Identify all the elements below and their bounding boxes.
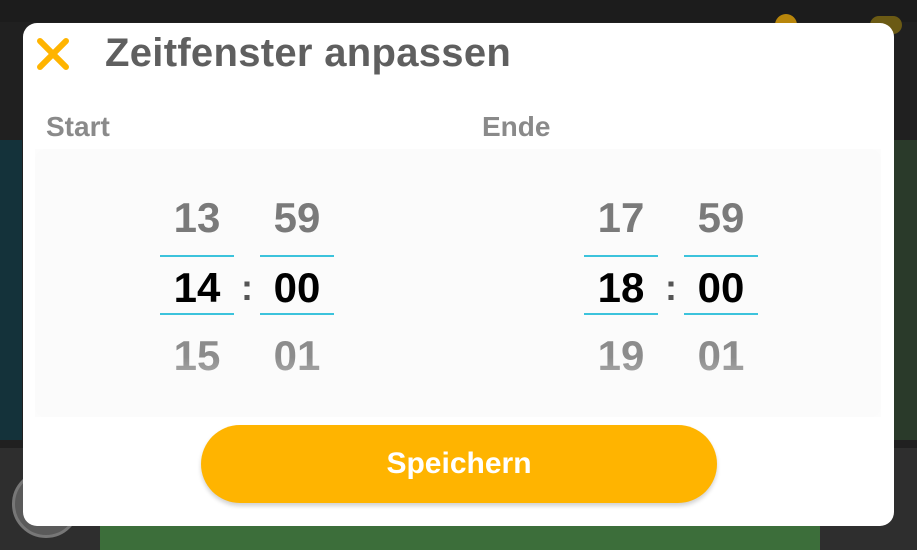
dialog-title: Zeitfenster anpassen	[105, 31, 512, 75]
start-minute-next[interactable]: 01	[260, 331, 334, 381]
end-hour-wheel[interactable]: 17 18 19	[584, 149, 658, 417]
start-label: Start	[46, 111, 110, 142]
start-minute-wheel[interactable]: 59 00 01	[260, 149, 334, 417]
end-minute-prev[interactable]: 59	[684, 193, 758, 243]
end-minute-next[interactable]: 01	[684, 331, 758, 381]
start-hour-next[interactable]: 15	[160, 331, 234, 381]
end-minute-wheel[interactable]: 59 00 01	[684, 149, 758, 417]
time-window-dialog: Zeitfenster anpassen Start Ende 13 14 15…	[23, 23, 894, 526]
end-time-picker: 17 18 19 : 59 00 01	[584, 149, 760, 417]
start-minute-prev[interactable]: 59	[260, 193, 334, 243]
end-minute-current[interactable]: 00	[684, 263, 758, 313]
end-hour-prev[interactable]: 17	[584, 193, 658, 243]
time-separator: :	[665, 267, 677, 308]
selection-line	[160, 313, 234, 315]
background-panel-right	[893, 140, 917, 440]
selection-line	[260, 313, 334, 315]
selection-line	[684, 313, 758, 315]
close-button[interactable]	[33, 34, 73, 74]
end-label: Ende	[482, 111, 551, 142]
save-button[interactable]: Speichern	[201, 425, 717, 503]
end-hour-next[interactable]: 19	[584, 331, 658, 381]
selection-line	[260, 255, 334, 257]
selection-line	[160, 255, 234, 257]
close-icon	[37, 38, 69, 70]
selection-line	[584, 255, 658, 257]
start-hour-wheel[interactable]: 13 14 15	[160, 149, 234, 417]
start-minute-current[interactable]: 00	[260, 263, 334, 313]
selection-line	[584, 313, 658, 315]
selection-line	[684, 255, 758, 257]
start-hour-current[interactable]: 14	[160, 263, 234, 313]
time-separator: :	[241, 267, 253, 308]
background-panel-left	[0, 140, 22, 440]
start-hour-prev[interactable]: 13	[160, 193, 234, 243]
time-picker-area: 13 14 15 : 59 00 01 17 18 19: 59 00 01	[35, 149, 881, 417]
start-time-picker: 13 14 15 : 59 00 01	[160, 149, 336, 417]
end-hour-current[interactable]: 18	[584, 263, 658, 313]
